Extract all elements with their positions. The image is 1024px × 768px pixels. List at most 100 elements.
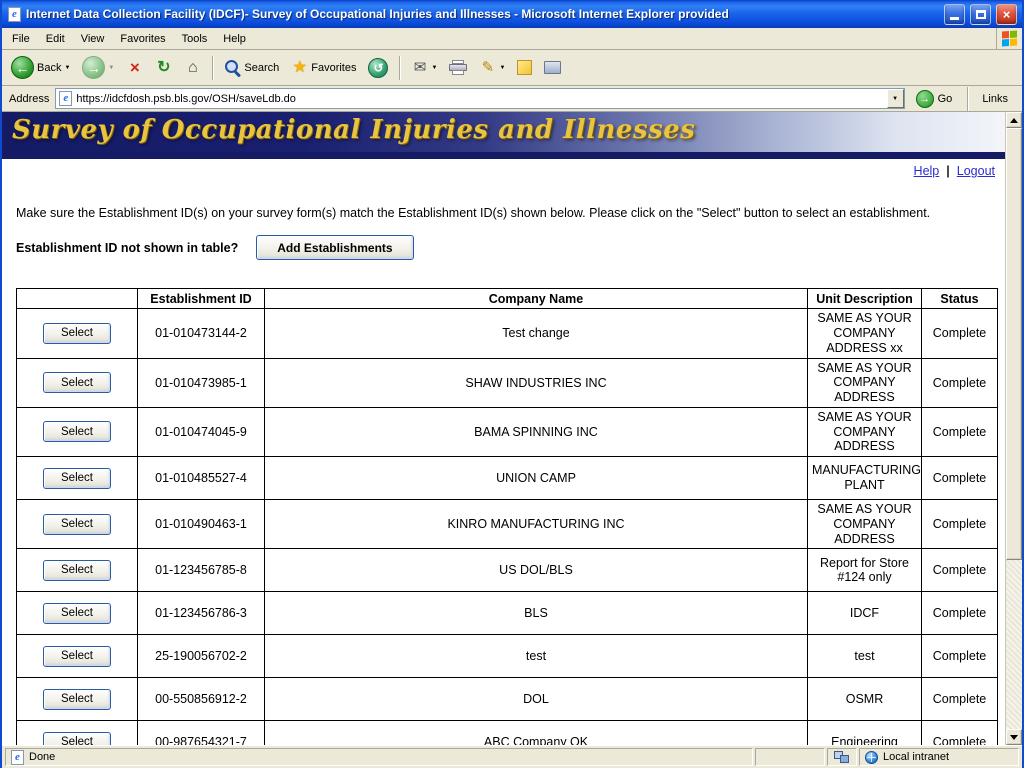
- discuss-icon: [544, 61, 561, 74]
- print-icon: [449, 60, 467, 75]
- messenger-icon: [517, 60, 532, 75]
- home-button[interactable]: ⌂: [179, 57, 206, 79]
- vertical-scrollbar[interactable]: [1005, 112, 1022, 745]
- table-row: Select01-010490463-1KINRO MANUFACTURING …: [17, 500, 998, 549]
- status-cell: Complete: [922, 358, 998, 407]
- menu-favorites[interactable]: Favorites: [112, 28, 173, 49]
- banner-title: Survey of Occupational Injuries and Illn…: [2, 112, 1005, 145]
- establishments-table: Establishment ID Company Name Unit Descr…: [16, 288, 998, 745]
- status-cell: Complete: [922, 549, 998, 592]
- discuss-button[interactable]: [539, 58, 566, 77]
- messenger-button[interactable]: [512, 57, 537, 78]
- address-dropdown-icon: ▼: [892, 96, 898, 102]
- header-company-name: Company Name: [265, 289, 808, 309]
- refresh-button[interactable]: ↻: [150, 57, 177, 79]
- window-ie-icon: e: [8, 7, 21, 22]
- status-icon-panel: [827, 748, 857, 766]
- search-icon: [224, 59, 241, 76]
- select-cell: Select: [17, 309, 138, 358]
- select-button[interactable]: Select: [43, 421, 111, 442]
- toolbar-separator: [212, 56, 213, 80]
- table-body: Select01-010473144-2Test changeSAME AS Y…: [17, 309, 998, 745]
- edit-button[interactable]: ✎ ▼: [474, 57, 510, 78]
- print-button[interactable]: [444, 57, 472, 78]
- company-name-cell: BLS: [265, 592, 808, 635]
- forward-icon: →: [82, 56, 105, 79]
- favorites-button[interactable]: ★ Favorites: [286, 57, 361, 79]
- mail-dropdown-icon: ▼: [431, 65, 437, 71]
- table-row: Select25-190056702-2testtestComplete: [17, 635, 998, 678]
- menu-edit[interactable]: Edit: [38, 28, 73, 49]
- favorites-star-icon: ★: [291, 60, 308, 76]
- status-cell: Complete: [922, 457, 998, 500]
- favorites-label: Favorites: [311, 62, 356, 74]
- refresh-icon: ↻: [155, 60, 172, 76]
- minimize-icon: [950, 17, 959, 20]
- menu-spacer: [254, 28, 996, 49]
- establishment-id-cell: 00-987654321-7: [138, 721, 265, 745]
- menu-view[interactable]: View: [73, 28, 113, 49]
- history-button[interactable]: ↺: [363, 55, 393, 81]
- header-select: [17, 289, 138, 309]
- page-nav: Help | Logout: [2, 159, 1005, 183]
- table-row: Select01-010473985-1SHAW INDUSTRIES INCS…: [17, 358, 998, 407]
- address-dropdown-button[interactable]: ▼: [887, 89, 904, 108]
- table-row: Select01-123456786-3BLSIDCFComplete: [17, 592, 998, 635]
- maximize-icon: [976, 10, 986, 19]
- address-bar: Address e https://idcfdosh.psb.bls.gov/O…: [2, 86, 1022, 112]
- logout-link[interactable]: Logout: [957, 164, 995, 178]
- windows-logo-icon: [996, 28, 1022, 49]
- browser-viewport: Survey of Occupational Injuries and Illn…: [2, 112, 1022, 745]
- maximize-button[interactable]: [970, 4, 991, 25]
- scroll-up-button[interactable]: [1006, 112, 1022, 128]
- select-button[interactable]: Select: [43, 732, 111, 745]
- document-icon: e: [11, 750, 24, 765]
- address-input[interactable]: e https://idcfdosh.psb.bls.gov/OSH/saveL…: [55, 88, 904, 109]
- stop-button[interactable]: ×: [121, 56, 148, 79]
- address-label: Address: [9, 93, 49, 105]
- scrollbar-thumb[interactable]: [1006, 128, 1022, 560]
- security-zone-panel: Local intranet: [859, 748, 1019, 766]
- select-button[interactable]: Select: [43, 646, 111, 667]
- back-button[interactable]: ← Back ▼: [6, 53, 75, 82]
- help-link[interactable]: Help: [914, 164, 940, 178]
- scroll-down-button[interactable]: [1006, 729, 1022, 745]
- table-row: Select01-123456785-8US DOL/BLSReport for…: [17, 549, 998, 592]
- header-establishment-id: Establishment ID: [138, 289, 265, 309]
- scrollbar-track[interactable]: [1006, 128, 1022, 729]
- menu-file[interactable]: File: [4, 28, 38, 49]
- menu-tools[interactable]: Tools: [174, 28, 216, 49]
- page-banner: Survey of Occupational Injuries and Illn…: [2, 112, 1005, 152]
- select-cell: Select: [17, 500, 138, 549]
- menu-bar: File Edit View Favorites Tools Help: [2, 28, 1022, 50]
- status-bar: e Done Local intranet: [2, 745, 1022, 768]
- status-cell: Complete: [922, 407, 998, 456]
- title-bar: e Internet Data Collection Facility (IDC…: [2, 0, 1022, 28]
- go-button[interactable]: → Go: [911, 89, 958, 109]
- minimize-button[interactable]: [944, 4, 965, 25]
- links-label[interactable]: Links: [978, 93, 1018, 105]
- select-cell: Select: [17, 457, 138, 500]
- company-name-cell: Test change: [265, 309, 808, 358]
- select-button[interactable]: Select: [43, 372, 111, 393]
- company-name-cell: BAMA SPINNING INC: [265, 407, 808, 456]
- mail-button[interactable]: ✉ ▼: [406, 57, 442, 78]
- select-button[interactable]: Select: [43, 323, 111, 344]
- select-button[interactable]: Select: [43, 689, 111, 710]
- establishment-id-cell: 01-010473144-2: [138, 309, 265, 358]
- status-cell: Complete: [922, 500, 998, 549]
- home-icon: ⌂: [184, 60, 201, 76]
- menu-help[interactable]: Help: [215, 28, 254, 49]
- add-establishments-button[interactable]: Add Establishments: [256, 235, 413, 260]
- back-icon: ←: [11, 56, 34, 79]
- search-button[interactable]: Search: [219, 56, 284, 79]
- select-button[interactable]: Select: [43, 468, 111, 489]
- forward-button[interactable]: → ▼: [77, 53, 119, 82]
- select-button[interactable]: Select: [43, 560, 111, 581]
- close-button[interactable]: ×: [996, 4, 1017, 25]
- intranet-monitors-icon: [834, 751, 850, 764]
- select-button[interactable]: Select: [43, 514, 111, 535]
- page-content: Survey of Occupational Injuries and Illn…: [2, 112, 1005, 745]
- edit-icon: ✎: [479, 60, 496, 75]
- select-button[interactable]: Select: [43, 603, 111, 624]
